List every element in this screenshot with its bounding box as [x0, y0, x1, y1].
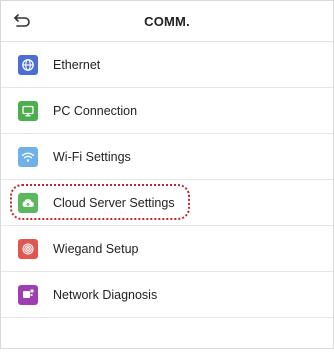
menu-item-wifi-settings[interactable]: Wi-Fi Settings [1, 134, 333, 180]
back-arrow-icon [14, 14, 30, 27]
menu-item-wiegand-setup[interactable]: Wiegand Setup [1, 226, 333, 272]
monitor-icon [18, 100, 38, 121]
cloud-icon [18, 192, 38, 213]
menu-item-pc-connection[interactable]: PC Connection [1, 88, 333, 134]
empty-list-area [1, 318, 333, 358]
menu-item-ethernet[interactable]: Ethernet [1, 42, 333, 88]
wifi-icon [18, 146, 38, 167]
menu-label: Cloud Server Settings [53, 195, 175, 210]
comm-screen: COMM. Ethernet PC Connection Wi-Fi Setti… [0, 0, 334, 349]
menu-label: PC Connection [53, 103, 138, 118]
header-bar: COMM. [1, 1, 333, 42]
menu-label: Wi-Fi Settings [53, 149, 131, 164]
menu-label: Wiegand Setup [53, 241, 139, 256]
menu-label: Network Diagnosis [53, 287, 158, 302]
menu-item-cloud-server-settings[interactable]: Cloud Server Settings [1, 180, 333, 226]
back-button[interactable] [11, 10, 33, 32]
page-title: COMM. [144, 13, 190, 29]
comm-menu: Ethernet PC Connection Wi-Fi Settings Cl… [1, 42, 333, 318]
globe-icon [18, 54, 38, 75]
fingerprint-icon [18, 238, 38, 259]
menu-item-network-diagnosis[interactable]: Network Diagnosis [1, 272, 333, 318]
diagnosis-icon [18, 284, 38, 305]
menu-label: Ethernet [53, 57, 101, 72]
